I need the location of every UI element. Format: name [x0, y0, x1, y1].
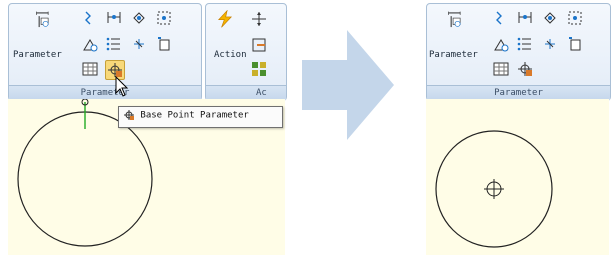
after-parameter-label: Parameter	[429, 50, 478, 60]
visibility-parameter-icon[interactable]	[130, 35, 148, 53]
parameter-group-label: Parameter	[9, 85, 201, 100]
ribbon-parameter-group: Parameter Parameter	[8, 3, 202, 101]
flip-parameter-icon[interactable]	[105, 35, 123, 53]
after-ribbon-parameter-group: Parameter Parameter	[426, 3, 611, 101]
tooltip-icon	[123, 109, 135, 121]
rotation-parameter-icon[interactable]	[81, 35, 99, 53]
after-base-point-parameter-icon[interactable]	[516, 60, 534, 78]
transition-arrow-icon	[302, 30, 394, 140]
base-point-parameter-tooltip: Base Point Parameter	[118, 106, 283, 128]
move-action-icon[interactable]	[250, 10, 268, 28]
xy-parameter-icon[interactable]	[155, 9, 173, 27]
action-tool-icon[interactable]	[216, 10, 242, 36]
after-lookup-parameter-icon[interactable]	[566, 35, 584, 53]
parameter-label: Parameter	[13, 50, 62, 60]
after-panel: Parameter Parameter	[424, 0, 611, 255]
point-parameter-icon[interactable]	[81, 9, 99, 27]
block-circle	[17, 111, 153, 247]
after-xy-parameter-icon[interactable]	[566, 9, 584, 27]
polar-parameter-icon[interactable]	[130, 9, 148, 27]
action-group-label: Ac	[206, 85, 286, 100]
tooltip-text: Base Point Parameter	[140, 110, 249, 121]
parameter-tool-icon[interactable]	[34, 11, 62, 39]
before-panel: Parameter Parameter Action Ac Base Point…	[0, 0, 290, 255]
after-drawing-area[interactable]	[426, 99, 609, 255]
after-flip-parameter-icon[interactable]	[516, 35, 534, 53]
lookup-parameter-icon[interactable]	[155, 35, 173, 53]
after-rotation-parameter-icon[interactable]	[492, 35, 510, 53]
after-polar-parameter-icon[interactable]	[541, 9, 559, 27]
after-parameter-group-label: Parameter	[427, 85, 610, 100]
linear-parameter-icon[interactable]	[105, 9, 123, 27]
ribbon-action-group: Action Ac	[205, 3, 287, 101]
table-parameter-icon[interactable]	[81, 60, 99, 78]
after-point-parameter-icon[interactable]	[492, 9, 510, 27]
after-visibility-parameter-icon[interactable]	[541, 35, 559, 53]
scale-action-icon[interactable]	[250, 60, 268, 78]
after-drawing-canvas	[435, 130, 553, 248]
after-linear-parameter-icon[interactable]	[516, 9, 534, 27]
after-parameter-tool-icon[interactable]	[446, 11, 474, 39]
after-table-parameter-icon[interactable]	[492, 60, 510, 78]
stretch-action-icon[interactable]	[250, 36, 268, 54]
mouse-cursor-icon	[115, 75, 129, 98]
action-label: Action	[214, 50, 247, 60]
